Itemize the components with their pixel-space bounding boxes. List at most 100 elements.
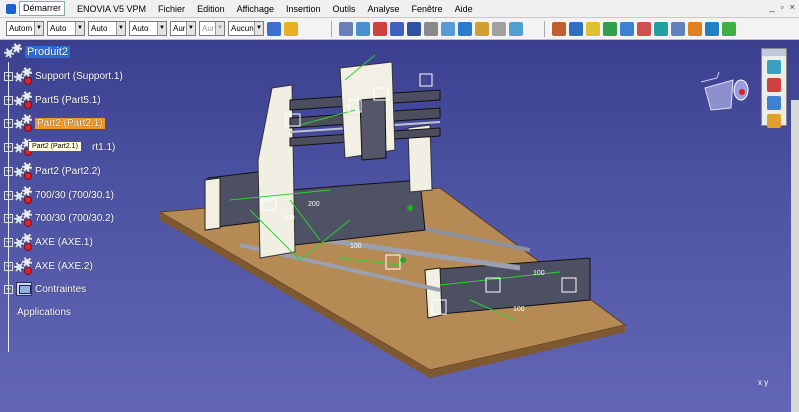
menu-fichier[interactable]: Fichier — [152, 0, 191, 18]
axis-indicator: x y — [758, 378, 769, 387]
3d-viewport[interactable]: 100 100 200 100 100 100 Produit2 + Suppo… — [0, 40, 799, 412]
expand-icon[interactable]: + — [4, 166, 13, 176]
menu-edition[interactable]: Edition — [191, 0, 231, 18]
expand-icon[interactable]: + — [4, 118, 13, 128]
separator — [331, 20, 332, 37]
painter-icon[interactable] — [267, 21, 281, 36]
hide-show-icon[interactable] — [492, 21, 506, 36]
tree-node-label: Part2 (Part2.1) — [35, 117, 105, 129]
tree-node-root[interactable]: Produit2 — [4, 42, 70, 62]
expand-icon[interactable]: + — [4, 95, 13, 105]
expand-icon[interactable]: + — [4, 190, 13, 200]
constraint-icon[interactable] — [569, 21, 583, 36]
tree-node-label: Contraintes — [35, 283, 87, 295]
part-icon — [14, 162, 32, 180]
tree-node-selected[interactable]: + Part2 (Part2.1) — [4, 113, 105, 133]
line-thickness-combo[interactable]: Auto ▼ — [88, 21, 126, 36]
select-icon[interactable] — [339, 21, 353, 36]
zoom-in-icon[interactable] — [390, 21, 404, 36]
layer-combo[interactable]: Aucun ▼ — [228, 21, 264, 36]
existing-component-icon[interactable] — [767, 96, 781, 110]
expand-icon[interactable]: + — [4, 142, 13, 152]
zoom-out-icon[interactable] — [407, 21, 421, 36]
close-icon[interactable]: × — [790, 2, 795, 12]
menu-analyse[interactable]: Analyse — [362, 0, 406, 18]
start-menu[interactable]: Démarrer — [0, 1, 71, 16]
swap-space-icon[interactable] — [509, 21, 523, 36]
minimize-icon[interactable]: _ — [770, 2, 775, 12]
transparency-value: Auto — [50, 24, 67, 33]
dimension-label: 100 — [283, 215, 295, 222]
menu-bar: Démarrer ENOVIA V5 VPM Fichier Edition A… — [0, 0, 799, 18]
point-symbol-combo[interactable]: Aur ▼ — [170, 21, 196, 36]
contact-icon[interactable] — [603, 21, 617, 36]
tree-node-constraints[interactable]: + Contraintes — [4, 279, 86, 299]
tree-node[interactable]: + AXE (AXE.1) — [4, 232, 93, 252]
chevron-down-icon: ▼ — [157, 22, 166, 35]
tree-node[interactable]: + 700/30 (700/30.1) — [4, 185, 114, 205]
constraints-icon — [16, 282, 32, 296]
tree-node-label: 700/30 (700/30.1) — [35, 189, 114, 201]
expand-icon[interactable]: + — [4, 284, 13, 294]
tree-node-label: Part5 (Part5.1) — [35, 94, 101, 106]
menu-aide[interactable]: Aide — [449, 0, 479, 18]
menu-fenetre[interactable]: Fenêtre — [406, 0, 449, 18]
catia-logo-icon — [6, 3, 16, 14]
angle-icon[interactable] — [637, 21, 651, 36]
tree-node[interactable]: + Part5 (Part5.1) — [4, 90, 101, 110]
transparency-combo[interactable]: Auto ▼ — [47, 21, 85, 36]
tree-node[interactable]: + Part2 (Part2.2) — [4, 161, 101, 181]
menu-insertion[interactable]: Insertion — [280, 0, 327, 18]
start-menu-label: Démarrer — [19, 1, 66, 16]
floating-toolbar-header[interactable] — [762, 49, 786, 56]
expand-icon[interactable]: + — [4, 237, 13, 247]
tree-node[interactable]: + AXE (AXE.2) — [4, 256, 93, 276]
tree-node-label: AXE (AXE.2) — [35, 260, 93, 272]
z-carriage-dark — [359, 97, 387, 161]
tree-node-label: AXE (AXE.1) — [35, 236, 93, 248]
properties-icon[interactable] — [284, 21, 298, 36]
rotate-icon[interactable] — [373, 21, 387, 36]
dimension-label: 100 — [350, 243, 362, 250]
multi-view-icon[interactable] — [441, 21, 455, 36]
restore-icon[interactable]: ▫ — [781, 2, 784, 12]
normal-view-icon[interactable] — [424, 21, 438, 36]
compass-icon[interactable] — [697, 68, 755, 118]
expand-icon[interactable]: + — [4, 71, 13, 81]
fix-icon[interactable] — [586, 21, 600, 36]
tree-node-applications[interactable]: Applications — [14, 302, 71, 322]
part-icon — [14, 186, 32, 204]
replace-icon[interactable] — [767, 114, 781, 128]
line-type-value: Auto — [132, 24, 149, 33]
constraint-point — [400, 257, 406, 263]
expand-icon[interactable]: + — [4, 213, 13, 223]
insert-part-icon[interactable] — [767, 78, 781, 92]
right-edge-strip — [791, 100, 799, 412]
fill-color-value: Autom — [9, 24, 33, 33]
snap-icon[interactable] — [671, 21, 685, 36]
coincidence-icon[interactable] — [654, 21, 668, 36]
menu-affichage[interactable]: Affichage — [231, 0, 280, 18]
menu-enovia[interactable]: ENOVIA V5 VPM — [71, 0, 152, 18]
menu-outils[interactable]: Outils — [327, 0, 362, 18]
update-icon[interactable] — [552, 21, 566, 36]
pan-icon[interactable] — [356, 21, 370, 36]
tree-node[interactable]: + Support (Support.1) — [4, 66, 123, 86]
gantry-left — [257, 84, 296, 259]
dimension-label: 200 — [308, 201, 320, 208]
shading-icon[interactable] — [475, 21, 489, 36]
chevron-down-icon: ▼ — [215, 22, 224, 35]
fill-color-combo[interactable]: Autom ▼ — [6, 21, 44, 36]
manipulate-icon[interactable] — [688, 21, 702, 36]
tree-node[interactable]: + 700/30 (700/30.2) — [4, 208, 114, 228]
expand-icon[interactable]: + — [4, 261, 13, 271]
chevron-down-icon: ▼ — [116, 22, 125, 35]
clash-icon[interactable] — [722, 21, 736, 36]
tree-node-label: rt1.1) — [92, 141, 116, 153]
iso-view-icon[interactable] — [458, 21, 472, 36]
assembly-icon[interactable] — [767, 60, 781, 74]
explode-icon[interactable] — [705, 21, 719, 36]
offset-icon[interactable] — [620, 21, 634, 36]
tree-node-label: Part2 (Part2.2) — [35, 165, 101, 177]
line-type-combo[interactable]: Auto ▼ — [129, 21, 167, 36]
